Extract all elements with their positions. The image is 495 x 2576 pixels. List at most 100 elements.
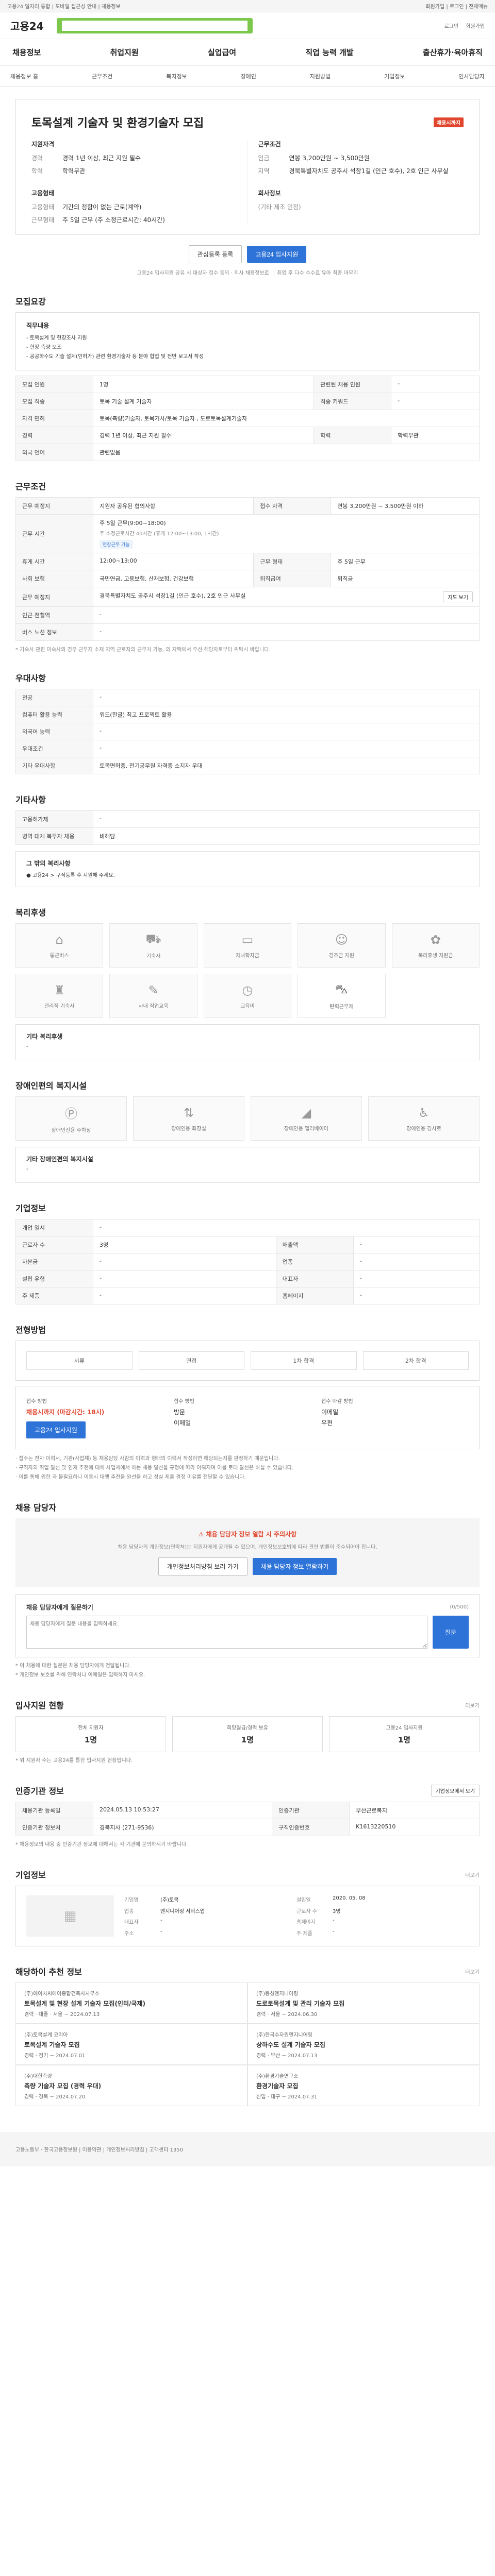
more-link[interactable]: 더보기 <box>465 1968 480 1975</box>
truck-icon: ⛍ <box>335 982 348 996</box>
welfare-card: ⛍ 탄력근무제 <box>298 974 386 1018</box>
welfare-extra-head: 기타 복리후생 <box>26 1033 63 1040</box>
recruit-section: 모집요강 직무내용 - 토목설계 및 현장조사 지원 - 현장 측량 보조 - … <box>0 295 495 461</box>
login-link[interactable]: 로그인 <box>444 22 459 29</box>
welfare-extra-value: - <box>26 1044 28 1049</box>
list-item[interactable]: (주)동성엔지니어링 도로토목설계 및 관리 기술자 모집 경력 · 서울 ~ 20… <box>248 1982 480 2024</box>
sub-nav: 채용정보 홈 근무조건 복지정보 장애인 지원방법 기업정보 인사담당자 <box>0 66 495 87</box>
disabled-grid: Ⓟ 장애인전용 주차장 ⇅ 장애인용 화장실 ◢ 장애인용 엘리베이터 ♿ 장애인용 경… <box>15 1096 480 1141</box>
process-detail: 접수 방법 채용시까지 (마감시간: 18시) 고용24 입사지원 접수 방법 … <box>15 1386 480 1449</box>
list-item[interactable]: (주)대한측량 측량 기술자 모집 (경력 우대) 경력 · 경북 ~ 2024.0… <box>15 2065 248 2106</box>
gnb-item[interactable]: 출산휴가·육아휴직 <box>423 47 483 58</box>
global-nav: 채용정보 취업지원 실업급여 직업 능력 개발 출산휴가·육아휴직 <box>0 39 495 66</box>
step-item: 면접 <box>138 1351 244 1370</box>
signup-link[interactable]: 회원가입 <box>466 22 485 29</box>
top-utility-bar: 고용24 일자리 통합 | 모바일 접근성 안내 | 채용정보 회원가입 | 로… <box>0 0 495 12</box>
site-header: 고용24 로그인 회원가입 <box>0 12 495 39</box>
process-steps: 서류 면접 1차 합격 2차 합격 <box>26 1351 469 1370</box>
tab-item[interactable]: 복지정보 <box>166 72 187 80</box>
duty-item: - 토목설계 및 현장조사 지원 <box>26 335 87 341</box>
section-title: 채용 담당자 <box>15 1503 57 1513</box>
status-card: 희망월급/경력 보유 1명 <box>172 1716 323 1752</box>
inquiry-submit-button[interactable]: 질문 <box>433 1616 469 1649</box>
section-title: 복리후생 <box>15 908 46 918</box>
house-icon: ⌂ <box>55 932 63 947</box>
tab-item[interactable]: 장애인 <box>241 72 256 80</box>
table-row: 버스 노선 정보 - <box>15 623 480 641</box>
table-row: 전공 - <box>15 689 480 706</box>
tab-item[interactable]: 지원방법 <box>310 72 331 80</box>
duty-item: - 공공하수도 기술 설계(인허가) 관련 환경기술자 등 분야 협업 및 전반… <box>26 354 204 360</box>
topbar-right[interactable]: 회원가입 | 로그인 | 전체메뉴 <box>425 2 488 10</box>
welfare-card: ⛟ 기숙사 <box>109 923 197 968</box>
qual-head: 지원자격 <box>31 141 55 148</box>
process-col: 접수 방법 채용시까지 (마감시간: 18시) 고용24 입사지원 <box>26 1397 174 1438</box>
apply-note: 고용24 입사지원 공유 시 대상자 접수 동의 · 회사 채용정보로 ㅣ 취업… <box>137 270 358 276</box>
section-title: 근무조건 <box>15 482 46 492</box>
list-item[interactable]: (주)에이치씨에이종합건축사사무소 토목설계 및 현장 설계 기술자 모집(인터/… <box>15 1982 248 2024</box>
contact-warning: ⚠ 채용 담당자 정보 열람 시 주의사항 채용 담당자의 개인정보(연락처)는… <box>15 1518 480 1587</box>
pen-icon: ✎ <box>148 982 159 997</box>
qual-row: 학력 학력무관 <box>31 167 86 175</box>
table-row: 자본금 - 업종 - <box>15 1253 480 1270</box>
apply-status-section: 입사지원 현황 더보기 전체 지원자 1명 희망월급/경력 보유 1명 고용24 입… <box>0 1699 495 1766</box>
extension-pill: 연장근무 가능 <box>100 540 133 549</box>
disabled-section: 장애인편의 복지시설 Ⓟ 장애인전용 주차장 ⇅ 장애인용 화장실 ◢ 장애인용 엘리… <box>0 1079 495 1183</box>
table-row: 모집 인원 1명 관련된 채용 인원 - <box>15 376 480 393</box>
jobs-section: 해당하이 추천 정보 더보기 (주)에이치씨에이종합건축사사무소 토목설계 및 현… <box>0 1965 495 2106</box>
ramp-icon: ◢ <box>301 1105 311 1120</box>
info-note: * 채용정보의 내용 중 인증기관 정보에 대해서는 각 기관에 문의하시기 바… <box>15 1842 188 1848</box>
section-title: 인증기관 정보 <box>15 1786 64 1796</box>
tab-item[interactable]: 인사담당자 <box>458 72 485 80</box>
step-item: 서류 <box>26 1351 133 1370</box>
table-row: 주 제품 - 홈페이지 - <box>15 1287 480 1304</box>
site-logo[interactable]: 고용24 <box>10 18 52 33</box>
map-button[interactable]: 지도 보기 <box>443 591 473 602</box>
tab-item[interactable]: 기업정보 <box>384 72 405 80</box>
list-item[interactable]: (주)환경기술연구소 환경기술자 모집 신입 · 대구 ~ 2024.07.31 <box>248 2065 480 2106</box>
gift-icon: ✿ <box>430 932 441 947</box>
process-apply-button[interactable]: 고용24 입사지원 <box>26 1421 86 1438</box>
gnb-item[interactable]: 직업 능력 개발 <box>305 47 353 58</box>
welfare-section: 복리후생 ⌂ 통근버스 ⛟ 기숙사 ▭ 자녀학자금 ☺ 경조금 지원 ✿ 복리후생 지원금… <box>0 906 495 1060</box>
info-section: 인증기관 정보 기업정보에서 보기 채용기관 등록일 2024.05.13 10:… <box>0 1784 495 1850</box>
table-row: 사회 보험 국민연금, 고용보험, 산재보험, 건강보험 퇴직급여 퇴직금 <box>15 570 480 587</box>
employ-row: 근무형태 주 5일 근무 (주 소정근로시간: 40시간) <box>31 216 165 224</box>
footer: 고용노동부 · 한국고용정보원 | 이용약관 | 개인정보처리방침 | 고객센터… <box>0 2132 495 2166</box>
more-link[interactable]: 더보기 <box>465 1871 480 1878</box>
other-extra-box: 그 밖의 복리사항 ● 고용24 > 구직등록 후 지원해 주세요. <box>15 851 480 887</box>
parking-icon: Ⓟ <box>65 1107 77 1121</box>
recruit-table: 모집 인원 1명 관련된 채용 인원 - 모집 직종 토목 기술 설계 기술자 직종 키워… <box>15 376 480 461</box>
search-box[interactable] <box>57 18 253 33</box>
job-title-row: 토목설계 기술자 및 환경기술자 모집 채용시까지 <box>16 99 479 140</box>
list-item[interactable]: (주)토목설계 코리아 토목설계 기술자 모집 경력 · 경기 ~ 2024.07.… <box>15 2024 248 2065</box>
save-button[interactable]: 관심등록 등록 <box>188 245 242 263</box>
gnb-item[interactable]: 취업지원 <box>110 47 138 58</box>
gnb-item[interactable]: 채용정보 <box>12 47 41 58</box>
disabled-extra-box: 기타 장애인편의 복지시설 - <box>15 1147 480 1183</box>
inquiry-counter: (0/500) <box>450 1604 469 1610</box>
more-link[interactable]: 더보기 <box>465 1701 480 1709</box>
inquiry-head: 채용 담당자에게 질문하기 <box>26 1604 93 1611</box>
view-contact-button[interactable]: 채용 담당자 정보 열람하기 <box>252 1558 337 1575</box>
search-input[interactable] <box>62 20 248 31</box>
apply-button[interactable]: 고용24 입사지원 <box>247 246 307 263</box>
job-summary-box: 토목설계 기술자 및 환경기술자 모집 채용시까지 지원자격 경력 경력 1년 이… <box>15 99 480 235</box>
list-item[interactable]: (주)한국수자원엔지니어링 상하수도 설계 기술자 모집 경력 · 부산 ~ 202… <box>248 2024 480 2065</box>
section-title: 입사지원 현황 <box>15 1701 64 1710</box>
apply-status-note: * 위 지원자 수는 고용24를 통한 입사지원 현황입니다. <box>15 1758 133 1764</box>
company-detail-box: ▦ 기업명 (주)토목 설립일 2020. 05. 08 업종 엔지니어링 서비스업 … <box>15 1886 480 1946</box>
welfare-grid: ⌂ 통근버스 ⛟ 기숙사 ▭ 자녀학자금 ☺ 경조금 지원 ✿ 복리후생 지원금 ♜ 관리직… <box>15 923 480 1018</box>
step-item: 2차 합격 <box>362 1351 469 1370</box>
tab-item[interactable]: 채용정보 홈 <box>10 72 38 80</box>
table-row: 경력 경력 1년 이상, 최근 지원 필수 학력 학력무관 <box>15 427 480 444</box>
work-footnote: * 기숙사 관련 미숙사의 경우 근무지 소재 지역 근로자의 근무처 가능, … <box>15 647 271 653</box>
work-table: 근무 예정지 지원자 공유된 협의사항 접수 자격 연봉 3,200만원 ~ 3,50… <box>15 497 480 641</box>
privacy-button[interactable]: 개인정보처리방침 보러 가기 <box>158 1557 248 1575</box>
tab-item[interactable]: 근무조건 <box>92 72 112 80</box>
company-info-button[interactable]: 기업정보에서 보기 <box>431 1784 480 1797</box>
gnb-item[interactable]: 실업급여 <box>208 47 236 58</box>
process-notes: · 접수는 전자 이력서, 기관(사업체) 등 채용담당 사람의 이력과 형태의… <box>15 1456 294 1480</box>
job-summary-grid: 지원자격 경력 경력 1년 이상, 최근 지원 필수 학력 학력무관 고용형태 고용… <box>16 140 479 234</box>
inquiry-textarea[interactable] <box>26 1616 427 1649</box>
